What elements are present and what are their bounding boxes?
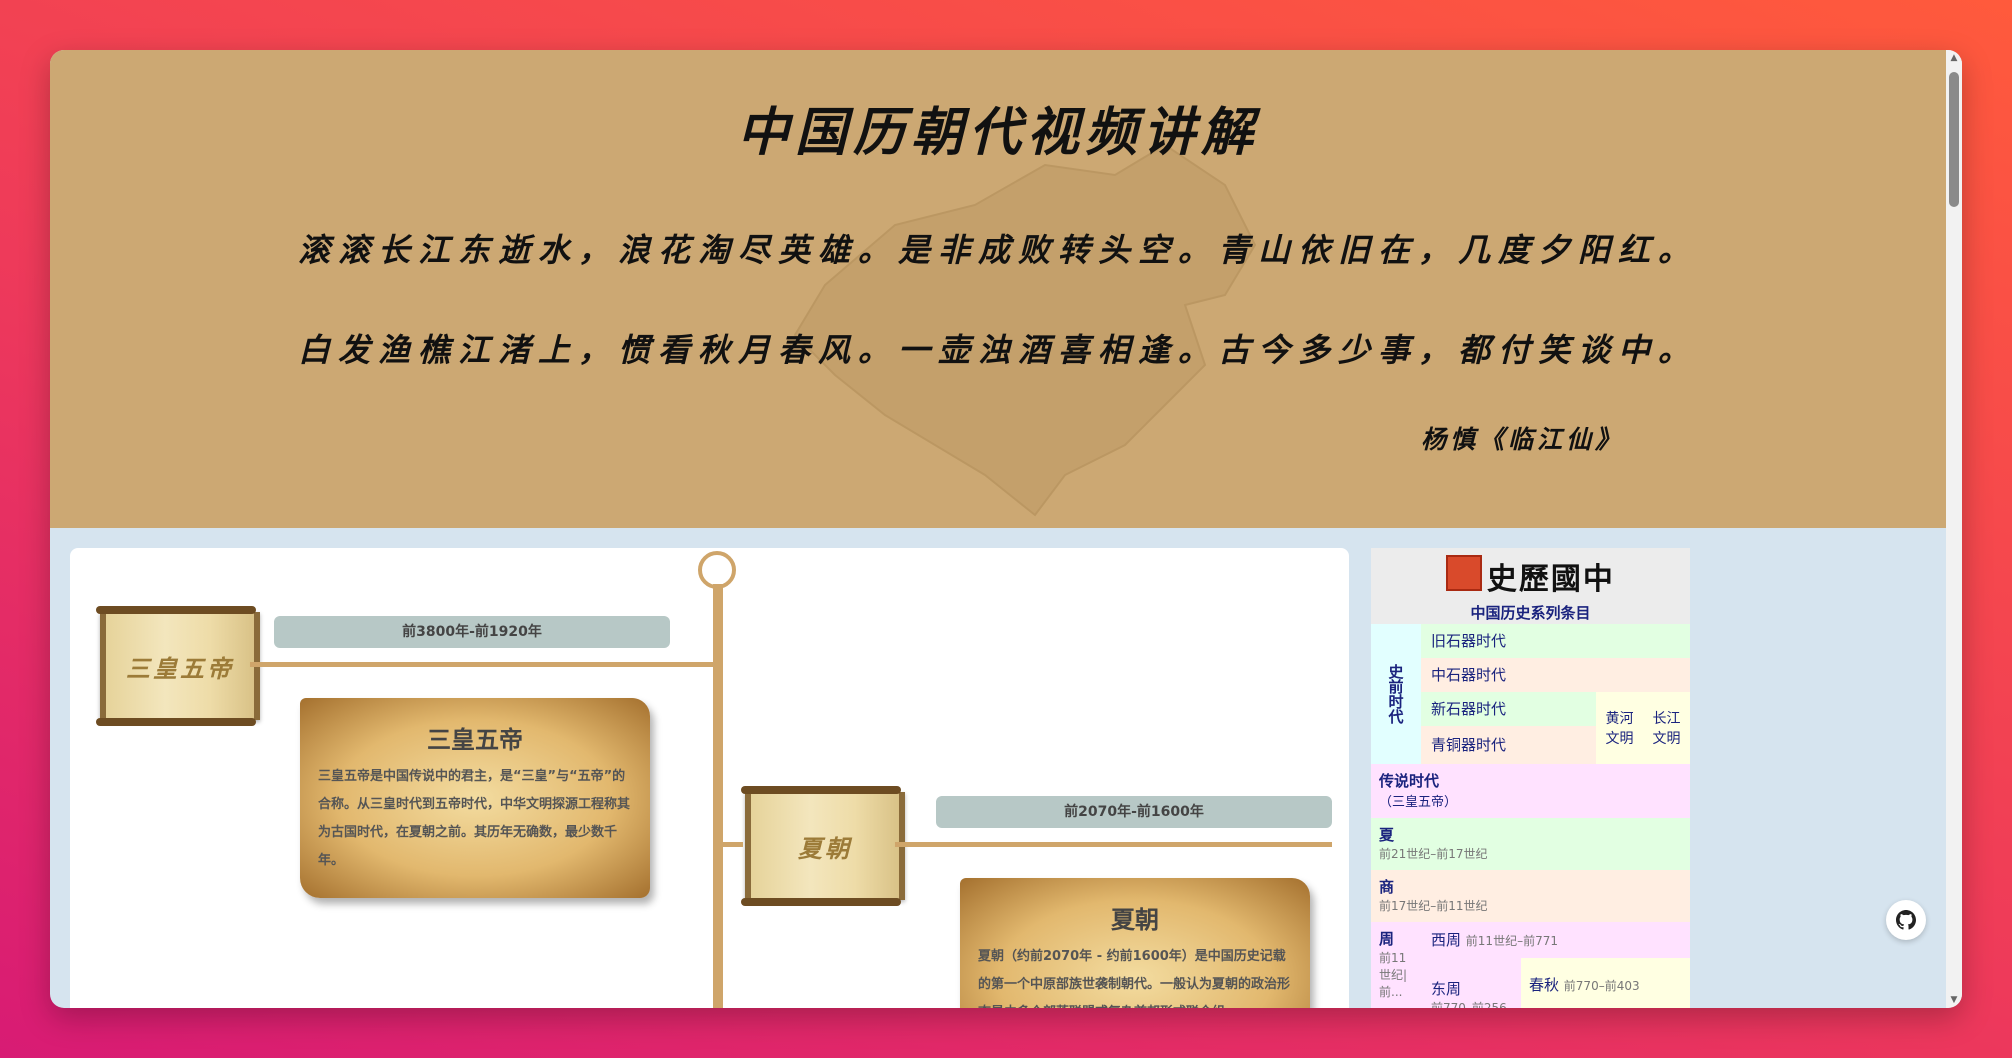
github-icon xyxy=(1896,910,1916,930)
github-button[interactable] xyxy=(1886,900,1926,940)
card-text: 三皇五帝是中国传说中的君主，是“三皇”与“五帝”的合称。从三皇时代到五帝时代，中… xyxy=(318,769,631,868)
western-zhou-range: 前11世纪–前771 xyxy=(1465,934,1558,948)
sidebar-item[interactable]: 新石器时代 xyxy=(1421,692,1596,726)
xia-row[interactable]: 夏 前21世纪–前17世纪 xyxy=(1371,818,1690,870)
sidebar-item[interactable]: 中石器时代 xyxy=(1421,658,1690,692)
card-title: 三皇五帝 xyxy=(427,726,523,754)
spring-autumn-label[interactable]: 春秋 xyxy=(1529,976,1559,994)
navbox-header: 史歷國中 中国历史系列条目 xyxy=(1371,548,1690,624)
navbox-subtitle[interactable]: 中国历史系列条目 xyxy=(1371,602,1690,623)
eastern-zhou-cell[interactable]: 东周 前770–前256 xyxy=(1421,958,1521,1008)
hero-header: 中国历朝代视频讲解 滚滚长江东逝水，浪花淘尽英雄。是非成败转头空。青山依旧在，几… xyxy=(50,50,1946,528)
scroll-label: 夏朝 xyxy=(798,833,852,863)
sidebar-link[interactable]: 中石器时代 xyxy=(1431,666,1506,684)
history-navbox: 史歷國中 中国历史系列条目 史前时代 旧石器时代 中石器时代 新石器时代 青铜器… xyxy=(1371,548,1690,1008)
date-pill: 前2070年-前1600年 xyxy=(936,796,1332,828)
timeline-panel: 三皇五帝 前3800年-前1920年 三皇五帝 三皇五帝是中国传说中的君主，是“… xyxy=(70,548,1349,1008)
poem-author: 杨慎《临江仙》 xyxy=(1420,425,1624,454)
scroll-icon[interactable]: 三皇五帝 xyxy=(96,606,260,726)
card-text: 夏朝（约前2070年 - 约前1600年）是中国历史记载的第一个中原部族世袭制朝… xyxy=(978,949,1291,1008)
xia-range: 前21世纪–前17世纪 xyxy=(1379,847,1488,861)
shang-range: 前17世纪–前11世纪 xyxy=(1379,899,1488,913)
spring-autumn-range: 前770–前403 xyxy=(1563,979,1640,993)
prehistory-label[interactable]: 史前时代 xyxy=(1386,664,1407,724)
shang-label[interactable]: 商 xyxy=(1379,876,1682,897)
sidebar-link[interactable]: 青铜器时代 xyxy=(1431,736,1506,754)
legend-era-sub: （三皇五帝） xyxy=(1379,795,1458,810)
scroll-icon[interactable]: 夏朝 xyxy=(741,786,905,906)
page-title: 中国历朝代视频讲解 xyxy=(736,102,1259,163)
browser-window: 中国历朝代视频讲解 滚滚长江东逝水，浪花淘尽英雄。是非成败转头空。青山依旧在，几… xyxy=(50,50,1962,1008)
zhou-cell[interactable]: 周 前11世纪|前... xyxy=(1371,922,1421,1008)
western-zhou-row[interactable]: 西周 前11世纪–前771 xyxy=(1421,922,1690,958)
eastern-zhou-range: 前770–前256 xyxy=(1431,1001,1507,1008)
civilizations-cell: 黄河文明 长江文明 xyxy=(1596,692,1690,764)
xia-label[interactable]: 夏 xyxy=(1379,824,1682,845)
event-card[interactable]: 夏朝 夏朝（约前2070年 - 约前1600年）是中国历史记载的第一个中原部族世… xyxy=(960,878,1310,1008)
eastern-zhou-label[interactable]: 东周 xyxy=(1431,978,1511,999)
timeline-axis xyxy=(713,584,723,1008)
spring-autumn-row[interactable]: 春秋 前770–前403 xyxy=(1521,958,1690,1008)
event-card[interactable]: 三皇五帝 三皇五帝是中国传说中的君主，是“三皇”与“五帝”的合称。从三皇时代到五… xyxy=(300,698,650,898)
zhou-label[interactable]: 周 xyxy=(1379,928,1413,949)
card-title: 夏朝 xyxy=(1111,906,1159,934)
scroll-label: 三皇五帝 xyxy=(126,653,234,683)
date-pill: 前3800年-前1920年 xyxy=(274,616,670,648)
shang-row[interactable]: 商 前17世纪–前11世纪 xyxy=(1371,870,1690,922)
legend-era-label[interactable]: 传说时代 xyxy=(1379,770,1682,791)
western-zhou-label[interactable]: 西周 xyxy=(1431,931,1461,949)
seal-icon xyxy=(1446,555,1483,591)
poem-line-2: 白发渔樵江渚上，惯看秋月春风。一壶浊酒喜相逢。古今多少事，都付笑谈中。 xyxy=(297,331,1698,369)
sidebar-item[interactable]: 旧石器时代 xyxy=(1421,624,1690,658)
zhou-range: 前11世纪|前... xyxy=(1379,951,1408,999)
legend-era-row[interactable]: 传说时代 （三皇五帝） xyxy=(1371,764,1690,818)
timeline-branch xyxy=(723,842,743,847)
navbox-title: 史歷國中 xyxy=(1486,562,1615,597)
sidebar-item[interactable]: 青铜器时代 xyxy=(1421,726,1596,764)
timeline-branch xyxy=(250,662,715,667)
timeline-branch xyxy=(895,842,1332,847)
poem-line-1: 滚滚长江东逝水，浪花淘尽英雄。是非成败转头空。青山依旧在，几度夕阳红。 xyxy=(297,231,1698,269)
yangtze-link[interactable]: 长江文明 xyxy=(1649,708,1685,748)
scroll-up-arrow-icon[interactable]: ▲ xyxy=(1949,53,1959,63)
prehistory-label-cell: 史前时代 xyxy=(1371,624,1421,764)
sidebar-link[interactable]: 新石器时代 xyxy=(1431,700,1506,718)
scroll-down-arrow-icon[interactable]: ▼ xyxy=(1949,995,1959,1005)
vertical-scrollbar[interactable]: ▲ ▼ xyxy=(1946,50,1962,1008)
scrollbar-thumb[interactable] xyxy=(1949,72,1959,207)
yellow-river-link[interactable]: 黄河文明 xyxy=(1602,708,1638,748)
sidebar-link[interactable]: 旧石器时代 xyxy=(1431,632,1506,650)
